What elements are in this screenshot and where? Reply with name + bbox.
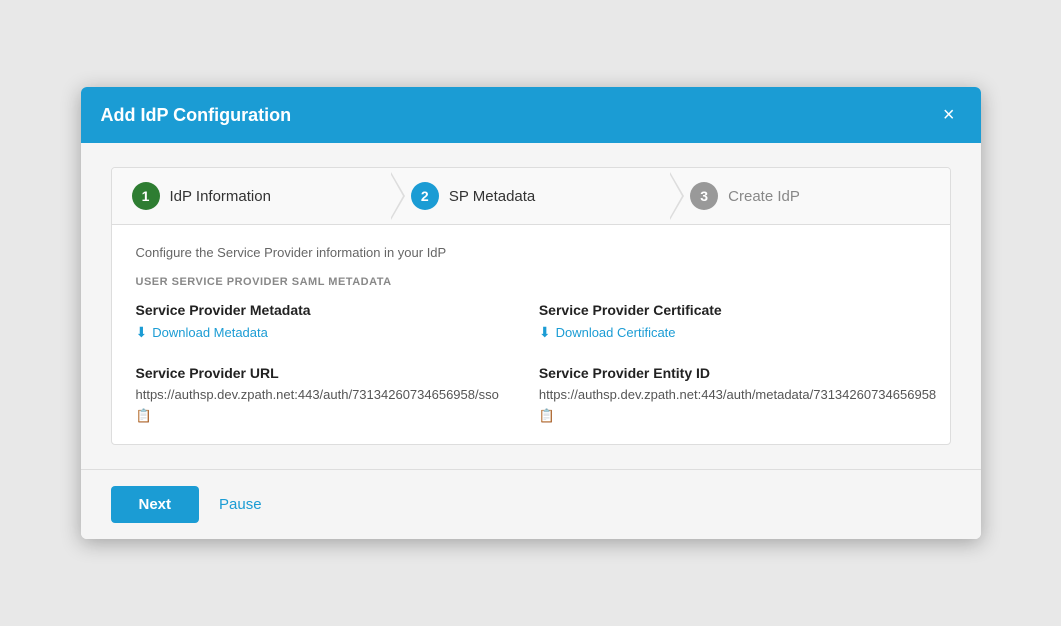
step-2-label: SP Metadata bbox=[449, 188, 535, 205]
info-grid: Service Provider Metadata ⬇ Download Met… bbox=[136, 302, 926, 424]
modal: Add IdP Configuration × 1 IdP Informatio… bbox=[81, 87, 981, 539]
sp-metadata-label: Service Provider Metadata bbox=[136, 302, 499, 318]
sp-url-item: Service Provider URL https://authsp.dev.… bbox=[136, 365, 499, 424]
sp-url-text: https://authsp.dev.zpath.net:443/auth/73… bbox=[136, 387, 499, 402]
step-2[interactable]: 2 SP Metadata bbox=[391, 168, 670, 224]
sp-certificate-item: Service Provider Certificate ⬇ Download … bbox=[539, 302, 936, 341]
next-button[interactable]: Next bbox=[111, 486, 200, 523]
pause-button[interactable]: Pause bbox=[215, 486, 266, 523]
stepper: 1 IdP Information 2 SP Metadata 3 Create… bbox=[112, 168, 950, 225]
sp-entity-text: https://authsp.dev.zpath.net:443/auth/me… bbox=[539, 387, 936, 402]
download-metadata-link[interactable]: ⬇ Download Metadata bbox=[136, 324, 499, 341]
modal-header: Add IdP Configuration × bbox=[81, 87, 981, 143]
step-content: Configure the Service Provider informati… bbox=[112, 225, 950, 444]
download-metadata-icon: ⬇ bbox=[136, 324, 148, 341]
step-1-number: 1 bbox=[132, 182, 160, 210]
sp-entity-copy-icon[interactable]: 📋 bbox=[539, 408, 555, 424]
modal-container: Add IdP Configuration × 1 IdP Informatio… bbox=[0, 0, 1061, 626]
step-3-number: 3 bbox=[690, 182, 718, 210]
steps-card: 1 IdP Information 2 SP Metadata 3 Create… bbox=[111, 167, 951, 445]
section-header: USER SERVICE PROVIDER SAML METADATA bbox=[136, 276, 926, 288]
download-certificate-text: Download Certificate bbox=[556, 325, 676, 340]
download-metadata-text: Download Metadata bbox=[152, 325, 268, 340]
modal-footer: Next Pause bbox=[81, 469, 981, 539]
close-button[interactable]: × bbox=[937, 103, 961, 127]
step-3-label: Create IdP bbox=[728, 188, 800, 205]
step-1-label: IdP Information bbox=[170, 188, 271, 205]
sp-metadata-item: Service Provider Metadata ⬇ Download Met… bbox=[136, 302, 499, 341]
sp-certificate-label: Service Provider Certificate bbox=[539, 302, 936, 318]
sp-url-value: https://authsp.dev.zpath.net:443/auth/73… bbox=[136, 387, 499, 424]
modal-body: 1 IdP Information 2 SP Metadata 3 Create… bbox=[81, 143, 981, 469]
step-1[interactable]: 1 IdP Information bbox=[112, 168, 391, 224]
sp-url-copy-icon[interactable]: 📋 bbox=[136, 408, 152, 424]
modal-title: Add IdP Configuration bbox=[101, 105, 292, 126]
step-3[interactable]: 3 Create IdP bbox=[670, 168, 949, 224]
sp-entity-label: Service Provider Entity ID bbox=[539, 365, 936, 381]
step-description: Configure the Service Provider informati… bbox=[136, 245, 926, 260]
sp-url-label: Service Provider URL bbox=[136, 365, 499, 381]
sp-entity-value: https://authsp.dev.zpath.net:443/auth/me… bbox=[539, 387, 936, 424]
step-2-number: 2 bbox=[411, 182, 439, 210]
download-certificate-icon: ⬇ bbox=[539, 324, 551, 341]
sp-entity-item: Service Provider Entity ID https://auths… bbox=[539, 365, 936, 424]
download-certificate-link[interactable]: ⬇ Download Certificate bbox=[539, 324, 936, 341]
